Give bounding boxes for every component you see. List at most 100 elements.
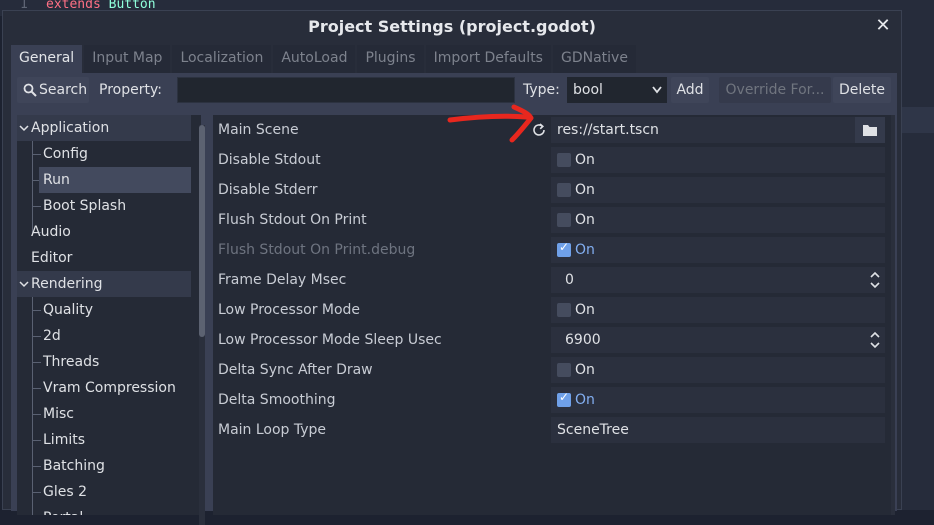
chevron-down-icon — [19, 125, 29, 132]
tree-item-run[interactable]: Run — [39, 167, 191, 193]
property-row-low-processor-mode: Low Processor Mode On — [213, 295, 893, 325]
checkbox-label: On — [575, 182, 595, 198]
property-label: Low Processor Mode — [218, 302, 361, 318]
tab-bar: General Input Map Localization AutoLoad … — [11, 45, 636, 73]
disable-stdout-checkbox[interactable]: On — [551, 147, 885, 173]
low-processor-mode-checkbox[interactable]: On — [551, 297, 885, 323]
checkbox-icon — [557, 303, 571, 317]
tree-guide — [32, 492, 41, 493]
tab-plugins[interactable]: Plugins — [357, 45, 424, 73]
tree-item-threads[interactable]: Threads — [43, 349, 99, 375]
tree-item-config[interactable]: Config — [43, 141, 88, 167]
tree-item-boot-splash[interactable]: Boot Splash — [43, 193, 126, 219]
add-button[interactable]: Add — [671, 77, 709, 103]
tree-item-limits[interactable]: Limits — [43, 427, 85, 453]
property-row-main-scene: Main Scene res://start.tscn — [213, 115, 893, 145]
tree-guide — [32, 362, 41, 363]
tree-item-editor[interactable]: Editor — [31, 245, 72, 271]
tree-item-batching[interactable]: Batching — [43, 453, 105, 479]
delete-button[interactable]: Delete — [833, 77, 891, 103]
property-row-low-processor-mode-sleep-usec: Low Processor Mode Sleep Usec 6900 — [213, 325, 893, 355]
delta-smoothing-checkbox[interactable]: On — [551, 387, 885, 413]
type-value: bool — [573, 82, 603, 98]
background-highlight — [902, 107, 934, 133]
property-label: Low Processor Mode Sleep Usec — [218, 332, 442, 348]
disable-stderr-checkbox[interactable]: On — [551, 177, 885, 203]
main-scene-path-field[interactable]: res://start.tscn — [551, 117, 885, 143]
tree-guide — [32, 297, 33, 515]
tab-gdnative[interactable]: GDNative — [552, 45, 636, 73]
property-inspector: Main Scene res://start.tscn Disable Stdo — [213, 115, 893, 515]
flush-stdout-on-print-checkbox[interactable]: On — [551, 207, 885, 233]
spinbox-value: 6900 — [565, 332, 601, 348]
tree-guide — [32, 466, 41, 467]
tree-item-misc[interactable]: Misc — [43, 401, 74, 427]
inspector-scrollbar[interactable] — [891, 115, 895, 515]
tree-item-rendering[interactable]: Rendering — [17, 271, 191, 297]
dialog-titlebar: Project Settings (project.godot) ✕ — [3, 11, 901, 43]
tree-item-quality[interactable]: Quality — [43, 297, 93, 323]
search-button-label: Search — [39, 82, 88, 98]
property-input[interactable] — [177, 77, 515, 103]
property-label: Flush Stdout On Print.debug — [218, 242, 416, 258]
checkbox-label: On — [575, 152, 595, 168]
tree-item-portal[interactable]: Portal — [43, 505, 83, 515]
section-tree: Application Config Run Boot Splash Audio… — [17, 115, 201, 515]
tab-localization[interactable]: Localization — [172, 45, 272, 73]
checkbox-label: On — [575, 302, 595, 318]
chevron-down-icon — [19, 281, 29, 288]
checkbox-icon — [557, 153, 571, 167]
property-label: Frame Delay Msec — [218, 272, 347, 288]
tab-input-map[interactable]: Input Map — [84, 45, 171, 73]
tree-item-audio[interactable]: Audio — [31, 219, 71, 245]
property-label: Disable Stderr — [218, 182, 318, 198]
main-loop-type-field[interactable]: SceneTree — [551, 417, 885, 443]
property-label: Property: — [99, 82, 162, 98]
revert-icon[interactable] — [531, 117, 549, 143]
flush-stdout-on-print-debug-checkbox[interactable]: On — [551, 237, 885, 263]
frame-delay-msec-spinbox[interactable]: 0 — [551, 267, 885, 293]
search-icon — [23, 83, 37, 97]
tree-guide — [32, 414, 41, 415]
browse-button[interactable] — [855, 117, 885, 143]
property-label: Delta Smoothing — [218, 392, 336, 408]
folder-icon — [863, 125, 877, 136]
dialog-title: Project Settings (project.godot) — [308, 17, 596, 36]
tree-item-application[interactable]: Application — [17, 115, 191, 141]
override-for-button[interactable]: Override For... — [719, 77, 831, 103]
tree-item-label: Application — [31, 120, 110, 136]
tree-guide — [32, 336, 41, 337]
spinner-arrows-icon[interactable] — [869, 327, 881, 353]
search-button[interactable]: Search — [17, 77, 89, 103]
tree-item-vram-compression[interactable]: Vram Compression — [43, 375, 176, 401]
main-scene-path: res://start.tscn — [557, 122, 659, 138]
property-row-flush-stdout-on-print: Flush Stdout On Print On — [213, 205, 893, 235]
checkbox-label: On — [575, 362, 595, 378]
close-icon[interactable]: ✕ — [871, 14, 895, 38]
tree-scrollbar-thumb[interactable] — [199, 125, 205, 337]
property-row-delta-smoothing: Delta Smoothing On — [213, 385, 893, 415]
tree-item-2d[interactable]: 2d — [43, 323, 61, 349]
property-label: Delta Sync After Draw — [218, 362, 373, 378]
property-row-delta-sync-after-draw: Delta Sync After Draw On — [213, 355, 893, 385]
tab-autoload[interactable]: AutoLoad — [273, 45, 356, 73]
project-settings-dialog: Project Settings (project.godot) ✕ Gener… — [2, 10, 902, 525]
tree-item-gles-2[interactable]: Gles 2 — [43, 479, 87, 505]
tree-guide — [32, 310, 41, 311]
tab-general[interactable]: General — [11, 45, 83, 73]
spinbox-value: 0 — [565, 272, 574, 288]
checkbox-icon — [557, 213, 571, 227]
low-processor-mode-sleep-usec-spinbox[interactable]: 6900 — [551, 327, 885, 353]
property-label: Main Scene — [218, 122, 299, 138]
tree-guide — [32, 440, 41, 441]
tree-guide — [32, 206, 41, 207]
checkbox-icon — [557, 363, 571, 377]
property-row-frame-delay-msec: Frame Delay Msec 0 — [213, 265, 893, 295]
chevron-down-icon — [652, 86, 662, 94]
tab-import-defaults[interactable]: Import Defaults — [425, 45, 551, 73]
spinner-arrows-icon[interactable] — [869, 267, 881, 293]
delta-sync-after-draw-checkbox[interactable]: On — [551, 357, 885, 383]
tree-guide — [32, 388, 41, 389]
checked-checkbox-icon — [557, 240, 571, 257]
type-dropdown[interactable]: bool — [567, 77, 667, 103]
